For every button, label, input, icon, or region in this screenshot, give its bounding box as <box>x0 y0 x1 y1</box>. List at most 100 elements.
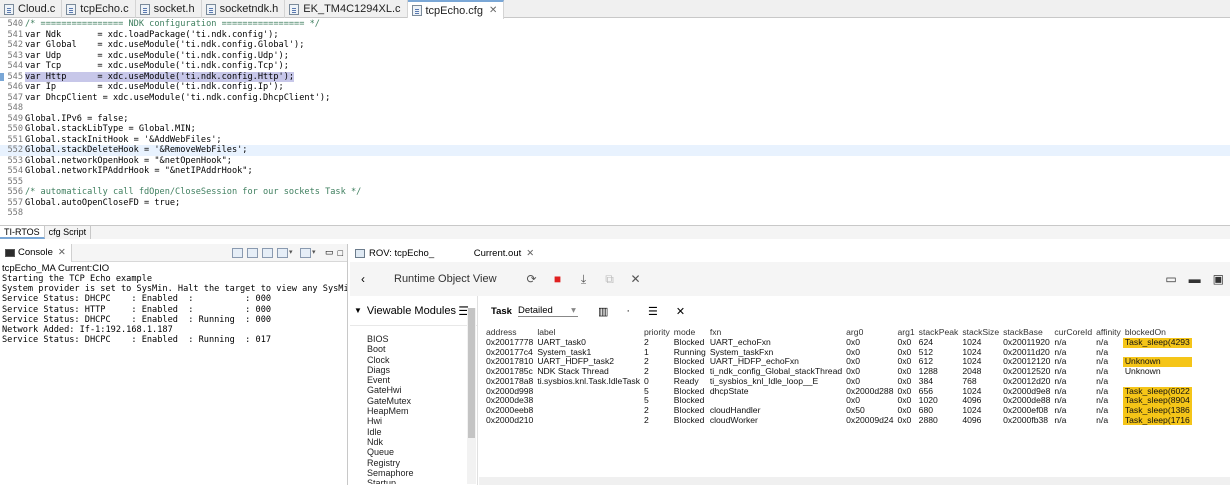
folder-icon[interactable]: ▬ <box>1189 272 1201 286</box>
code-text: Global.autoOpenCloseFD = true; <box>25 197 181 208</box>
editor-tab[interactable]: socket.h <box>136 0 202 18</box>
editor-tab[interactable]: Cloud.c <box>0 0 63 18</box>
scroll-lock-icon[interactable] <box>247 247 259 258</box>
table-row[interactable]: 0x200178a8 ti.sysbios.knl.Task.IdleTask 0 R… <box>484 375 1192 387</box>
module-item[interactable]: Registry <box>350 458 468 468</box>
chevron-down-icon[interactable]: ▼ <box>354 306 362 315</box>
refresh-icon[interactable]: ⟳ <box>525 272 539 286</box>
line-number: 541 <box>7 29 23 40</box>
line-number: 542 <box>7 40 23 50</box>
close-icon[interactable]: ✕ <box>676 305 685 318</box>
clear-console-icon[interactable] <box>232 247 244 258</box>
columns-icon[interactable]: ▥ <box>598 305 608 318</box>
line-number: 553 <box>7 155 23 166</box>
tab-rov[interactable]: ROV: tcpEcho_ Current.out ✕ <box>350 244 1230 262</box>
table-row[interactable]: 0x2000d998 5 Blocked dhcpState 0x2000d288 0x0… <box>484 386 1192 397</box>
editor-tab[interactable]: tcpEcho.c <box>62 0 136 18</box>
modules-list: BIOS Boot Clock Diags Event GateHwi GateMutex H… <box>350 334 468 484</box>
rov-toolbar: ‹ Runtime Object View ⟳ ■ ⤓ ⧉ ✕ ▭ ▬ ▣ <box>350 262 1230 296</box>
line-number: 549 <box>7 113 23 124</box>
module-item[interactable]: Hwi <box>350 416 468 426</box>
module-item[interactable]: GateHwi <box>350 385 468 395</box>
module-item[interactable]: HeapMem <box>350 406 468 416</box>
maximize-icon[interactable]: □ <box>338 248 343 258</box>
modules-scrollbar[interactable] <box>467 308 476 484</box>
modules-header: ▼ Viewable Modules ☰ <box>350 296 477 326</box>
code-text: /* ================ NDK configuration ==… <box>25 19 320 29</box>
editor-tab[interactable]: tcpEcho.cfg ✕ <box>407 0 505 19</box>
table-row[interactable]: 0x2000eeb8 2 Blocked cloudHandler 0x50 0x0 680… <box>484 405 1192 416</box>
line-number: 546 <box>7 82 23 92</box>
module-item[interactable]: Queue <box>350 447 468 457</box>
task-view: Task Detailed ▾ ▥ · ☰ ✕ address label prio… <box>479 296 1230 485</box>
console-output[interactable]: Starting the TCP Echo example System prov… <box>0 274 347 345</box>
close-icon[interactable]: ✕ <box>58 247 66 258</box>
code-text: var Tcp = xdc.useModule('ti.ndk.config.T… <box>25 61 289 71</box>
module-item[interactable]: Semaphore <box>350 468 468 478</box>
close-view-icon[interactable]: ✕ <box>629 272 643 286</box>
pin-console-icon[interactable] <box>262 247 274 258</box>
line-number: 552 <box>7 145 23 155</box>
module-item[interactable]: Clock <box>350 355 468 365</box>
file-icon <box>4 3 14 15</box>
console-toolbar: ▭ □ <box>232 247 347 258</box>
table-cell: 0x0 <box>897 414 912 425</box>
table-row[interactable]: 0x2000de38 5 Blocked 0x0 0x0 1020 4096 0x2000de… <box>484 396 1192 406</box>
dot-icon[interactable]: · <box>626 305 630 317</box>
editor-subtab[interactable]: cfg Script <box>45 226 92 239</box>
minimize-icon[interactable]: ▭ <box>325 247 334 258</box>
module-item[interactable]: Idle <box>350 427 468 437</box>
task-view-value: Detailed <box>517 305 553 316</box>
editor-tab[interactable]: socketndk.h <box>202 0 286 18</box>
console-tab-label: Console <box>18 247 53 258</box>
chevron-down-icon: ▾ <box>571 305 576 316</box>
menu-icon[interactable]: ☰ <box>648 305 658 318</box>
code-text: Global.stackLibType = Global.MIN; <box>25 124 196 134</box>
close-icon[interactable]: ✕ <box>489 5 497 16</box>
rov-right-tools: ▭ ▬ ▣ <box>1165 272 1230 286</box>
table-cell <box>535 396 642 406</box>
table-row[interactable]: 0x2000d210 2 Blocked cloudWorker 0x20009d24 0… <box>484 414 1192 426</box>
task-label: Task <box>491 305 512 317</box>
line-number: 547 <box>7 92 23 103</box>
table-cell: ti.sysbios.knl.Task.IdleTask <box>537 375 640 386</box>
editor-subtab[interactable]: TI-RTOS <box>0 226 45 239</box>
copy-icon[interactable]: ⧉ <box>603 272 617 287</box>
tab-console[interactable]: Console ✕ <box>0 243 72 262</box>
download-icon[interactable]: ⤓ <box>577 272 591 287</box>
module-item[interactable]: Event <box>350 375 468 385</box>
console-line: Service Status: DHCPC : Enabled : : 000 <box>2 294 272 305</box>
code-editor[interactable]: 540/* ================ NDK configuration… <box>0 19 1230 222</box>
line-number: 544 <box>7 61 23 71</box>
editor-subtab-bar: TI-RTOS cfg Script <box>0 225 1230 239</box>
task-toolbar: Task Detailed ▾ ▥ · ☰ ✕ <box>479 296 1230 326</box>
table-cell: 0x2000fb38 <box>1003 414 1049 425</box>
scrollbar-thumb[interactable] <box>468 308 475 438</box>
code-text: var Ndk = xdc.loadPackage('ti.ndk.config… <box>25 29 279 40</box>
window-icon[interactable]: ▭ <box>1165 272 1176 286</box>
line-number: 555 <box>7 176 23 187</box>
module-item[interactable]: Diags <box>350 365 468 375</box>
save-icon[interactable]: ▣ <box>1213 272 1224 286</box>
display-console-icon[interactable] <box>277 247 289 258</box>
code-text: Global.stackDeleteHook = '&RemoveWebFile… <box>25 145 248 155</box>
module-item[interactable]: Startup <box>350 478 468 484</box>
back-icon[interactable]: ‹ <box>354 272 372 286</box>
editor-tab[interactable]: EK_TM4C1294XL.c <box>285 0 408 18</box>
module-item[interactable]: BIOS <box>350 334 468 344</box>
editor-tab-label: socket.h <box>153 3 195 15</box>
console-header: Console ✕ ▭ □ <box>0 243 347 262</box>
editor-tab-label: socketndk.h <box>219 3 279 15</box>
module-item[interactable]: GateMutex <box>350 396 468 406</box>
open-console-icon[interactable] <box>300 247 312 258</box>
code-text: var DhcpClient = xdc.useModule('ti.ndk.c… <box>25 92 331 103</box>
module-item[interactable]: Boot <box>350 344 468 354</box>
file-icon <box>66 3 77 15</box>
task-view-select[interactable]: Detailed ▾ <box>517 305 578 317</box>
horizontal-scrollbar[interactable] <box>479 477 1230 485</box>
module-item[interactable]: Ndk <box>350 437 468 447</box>
stop-icon[interactable]: ■ <box>551 272 565 286</box>
code-line: 549 Global.IPv6 = false; <box>0 114 1230 125</box>
file-icon <box>411 5 422 16</box>
close-icon[interactable]: ✕ <box>526 248 534 259</box>
